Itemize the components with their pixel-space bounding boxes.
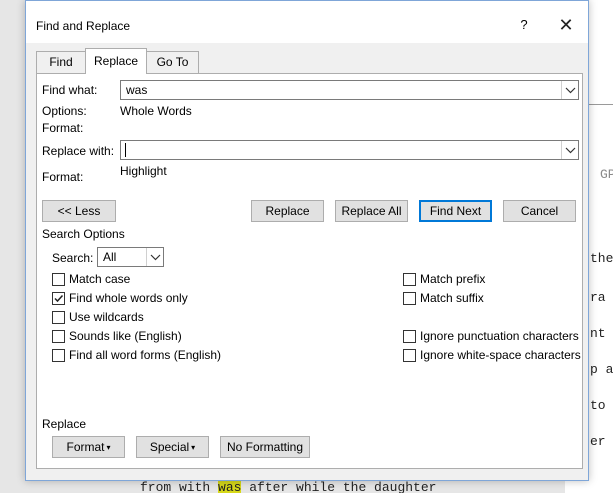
checkbox-label: Use wildcards xyxy=(69,310,144,324)
help-icon: ? xyxy=(520,17,528,32)
checkbox-box[interactable] xyxy=(403,292,416,305)
doc-bottom-line: from with was after while the daughter xyxy=(140,480,613,493)
tab-label: Go To xyxy=(156,55,189,69)
checkbox-label: Ignore white-space characters xyxy=(420,348,581,362)
replace-tab-panel: Find what: was Options: Whole Words Form… xyxy=(36,73,583,469)
checkbox-label: Sounds like (English) xyxy=(69,329,182,343)
replace-all-button[interactable]: Replace All xyxy=(335,200,408,222)
dropdown-triangle-icon: ▾ xyxy=(191,442,196,452)
button-label: Format xyxy=(66,440,105,454)
find-what-dropdown-button[interactable] xyxy=(561,81,578,99)
replace-with-label: Replace with: xyxy=(42,144,115,158)
less-button[interactable]: << Less xyxy=(42,200,116,222)
tab-label: Find xyxy=(49,55,73,69)
checkmark-icon xyxy=(54,294,64,303)
checkbox-box[interactable] xyxy=(403,349,416,362)
doc-fragment: er xyxy=(590,434,606,449)
doc-highlighted-text: was xyxy=(218,480,242,493)
chevron-down-icon xyxy=(565,147,575,153)
doc-fragment: GP xyxy=(600,167,613,182)
checkbox-label: Find whole words only xyxy=(69,291,188,305)
doc-fragment: nt xyxy=(590,326,606,341)
dropdown-triangle-icon: ▾ xyxy=(106,442,111,452)
checkbox-box[interactable] xyxy=(403,330,416,343)
doc-fragment: p a xyxy=(590,362,613,377)
replace-with-combobox[interactable] xyxy=(120,140,579,160)
special-menu-button[interactable]: Special ▾ xyxy=(136,436,209,458)
button-label: Special xyxy=(149,440,190,454)
text-caret xyxy=(125,143,126,157)
replace-section-heading: Replace xyxy=(42,417,87,431)
replace-format-value: Highlight xyxy=(120,164,167,178)
replace-with-dropdown-button[interactable] xyxy=(561,141,578,159)
search-options-heading: Search Options xyxy=(42,227,125,241)
chevron-down-icon xyxy=(150,254,160,260)
checkbox-label: Match suffix xyxy=(420,291,484,305)
replace-format-label: Format: xyxy=(42,170,84,184)
search-direction-label: Search: xyxy=(52,251,94,265)
checkbox-box[interactable] xyxy=(403,273,416,286)
checkbox-box[interactable] xyxy=(52,330,65,343)
format-menu-button[interactable]: Format ▾ xyxy=(52,436,125,458)
cancel-button[interactable]: Cancel xyxy=(503,200,576,222)
close-icon: ✕ xyxy=(558,15,574,35)
search-direction-value: All xyxy=(103,250,117,264)
title-bar[interactable]: Find and Replace ? ✕ xyxy=(26,1,588,43)
doc-text: after while the daughter xyxy=(241,480,437,493)
doc-fragment: ra xyxy=(590,290,606,305)
find-what-label: Find what: xyxy=(42,83,98,97)
options-label: Options: xyxy=(42,104,87,118)
find-what-combobox[interactable]: was xyxy=(120,80,579,100)
ruler-mark xyxy=(587,104,613,105)
checkbox-box[interactable] xyxy=(52,292,65,305)
checkbox-box[interactable] xyxy=(52,349,65,362)
search-direction-dropdown-button[interactable] xyxy=(146,248,163,266)
find-next-button[interactable]: Find Next xyxy=(419,200,492,222)
checkbox-box[interactable] xyxy=(52,311,65,324)
find-replace-dialog: Find and Replace ? ✕ Find Replace Go To … xyxy=(25,0,589,481)
find-what-value: was xyxy=(126,83,148,97)
checkbox-label: Find all word forms (English) xyxy=(69,348,222,362)
checkbox-label: Match case xyxy=(69,272,131,286)
tab-go-to[interactable]: Go To xyxy=(146,51,199,73)
doc-fragment: the xyxy=(590,251,613,266)
options-value: Whole Words xyxy=(120,104,192,118)
checkbox-label: Ignore punctuation characters xyxy=(420,329,579,343)
replace-button[interactable]: Replace xyxy=(251,200,324,222)
tab-find[interactable]: Find xyxy=(36,51,86,73)
doc-fragment: to xyxy=(590,398,606,413)
checkbox-box[interactable] xyxy=(52,273,65,286)
chevron-down-icon xyxy=(565,87,575,93)
no-formatting-button[interactable]: No Formatting xyxy=(220,436,310,458)
doc-text: from with xyxy=(140,480,219,493)
help-button[interactable]: ? xyxy=(510,11,538,39)
tab-replace[interactable]: Replace xyxy=(85,48,147,74)
dialog-title: Find and Replace xyxy=(36,19,131,33)
search-direction-select[interactable]: All xyxy=(97,247,164,267)
checkbox-label: Match prefix xyxy=(420,272,486,286)
find-format-label: Format: xyxy=(42,121,84,135)
close-button[interactable]: ✕ xyxy=(552,11,580,39)
tab-label: Replace xyxy=(93,54,139,68)
